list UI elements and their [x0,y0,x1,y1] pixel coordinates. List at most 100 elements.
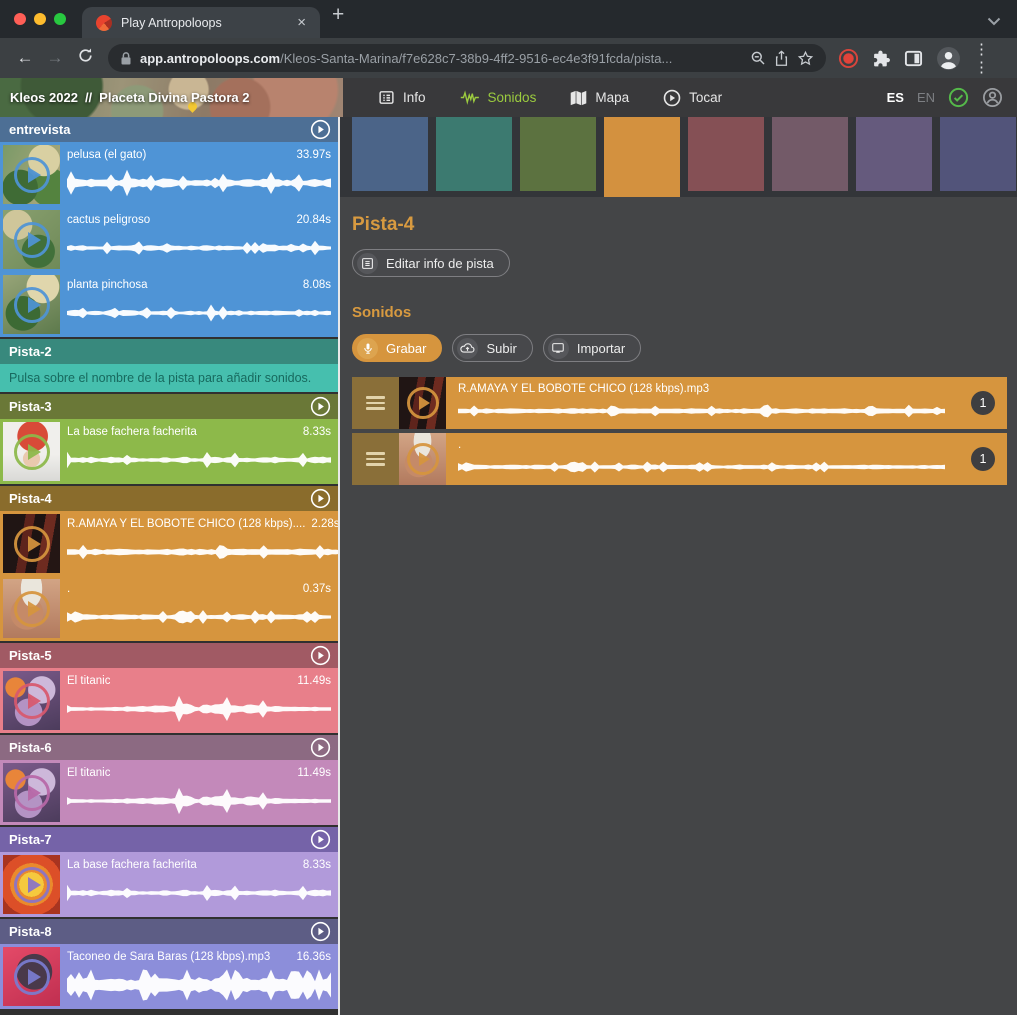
nav-info[interactable]: Info [361,89,443,106]
track-header-pista-8[interactable]: Pista-8 [0,919,340,944]
minimize-window-button[interactable] [34,13,46,25]
account-icon[interactable] [982,87,1003,108]
sound-thumbnail[interactable] [3,422,60,481]
sound-row[interactable]: R.AMAYA Y EL BOBOTE CHICO (128 kbps)....… [0,511,340,576]
play-track-icon[interactable] [310,396,331,417]
sound-title[interactable]: El titanic [67,767,110,779]
import-button[interactable]: Importar [543,334,641,362]
waveform [67,444,331,476]
lang-es-button[interactable]: ES [887,90,904,105]
sound-title[interactable]: Taconeo de Sara Baras (128 kbps).mp3 [67,951,270,963]
tab-overview-chevron-icon[interactable] [987,13,1001,31]
track-header-pista-6[interactable]: Pista-6 [0,735,340,760]
share-icon[interactable] [774,50,789,67]
drag-handle[interactable] [352,433,399,485]
profile-avatar-icon[interactable] [936,46,961,71]
extensions-puzzle-icon[interactable] [872,49,891,68]
drag-handle-icon [366,449,385,469]
track-swatch-3[interactable] [520,117,596,191]
play-track-icon[interactable] [310,488,331,509]
back-button[interactable]: ← [10,48,40,68]
track-swatch-4-selected[interactable] [604,117,680,197]
track-section-pista-4: Pista-4 R.AMAYA Y EL BOBOTE CHICO (128 k… [0,486,340,641]
sound-thumbnail[interactable] [3,855,60,914]
side-panel-icon[interactable] [904,49,923,68]
sound-thumbnail[interactable] [3,763,60,822]
track-section-entrevista: entrevista pelusa (el gato)33.97s cactus… [0,117,340,337]
track-swatch-8[interactable] [940,117,1016,191]
browser-menu-kebab-icon[interactable]: ⋮⋮ [974,40,989,76]
project-name[interactable]: Kleos 2022 [10,90,78,105]
play-track-icon[interactable] [310,119,331,140]
track-header-pista-2[interactable]: Pista-2 [0,339,340,364]
play-track-icon[interactable] [310,737,331,758]
upload-button[interactable]: Subir [452,334,532,362]
tab-close-icon[interactable]: × [293,14,310,31]
new-tab-button[interactable]: + [332,0,344,38]
address-bar[interactable]: app.antropoloops.com/Kleos-Santa-Marina/… [108,44,826,72]
sound-thumbnail[interactable] [3,947,60,1006]
track-swatch-6[interactable] [772,117,848,191]
sound-thumbnail[interactable] [399,377,446,429]
edit-track-info-button[interactable]: Editar info de pista [352,249,510,277]
track-swatch-7[interactable] [856,117,932,191]
play-track-icon[interactable] [310,829,331,850]
drag-handle[interactable] [352,377,399,429]
reload-button[interactable] [70,47,100,69]
bookmark-star-icon[interactable] [797,50,814,67]
sound-row[interactable]: Taconeo de Sara Baras (128 kbps).mp316.3… [0,944,340,1009]
sound-title[interactable]: La base fachera facherita [67,859,197,871]
play-sound-icon [14,157,50,193]
track-swatch-5[interactable] [688,117,764,191]
record-extension-icon[interactable] [838,48,859,69]
sound-title[interactable]: pelusa (el gato) [67,149,146,161]
forward-button[interactable]: → [40,48,70,68]
play-track-icon[interactable] [310,645,331,666]
track-header-pista-4[interactable]: Pista-4 [0,486,340,511]
sound-list-item[interactable]: . 1 [352,433,1007,485]
track-swatch-1[interactable] [352,117,428,191]
play-sound-icon [407,387,439,419]
track-header-label: Pista-7 [9,832,52,847]
sound-row[interactable]: .0.37s [0,576,340,641]
sound-row[interactable]: El titanic11.49s [0,668,340,733]
sound-row[interactable]: planta pinchosa8.08s [0,272,340,337]
fullscreen-window-button[interactable] [54,13,66,25]
track-header-entrevista[interactable]: entrevista [0,117,340,142]
tab-title: Play Antropoloops [121,16,284,30]
sound-thumbnail[interactable] [3,514,60,573]
sound-duration: 8.33s [303,859,331,871]
track-header-pista-7[interactable]: Pista-7 [0,827,340,852]
sound-thumbnail[interactable] [399,433,446,485]
sound-title[interactable]: . [67,583,70,595]
sound-title[interactable]: planta pinchosa [67,279,148,291]
sound-list-item[interactable]: R.AMAYA Y EL BOBOTE CHICO (128 kbps).mp3… [352,377,1007,429]
browser-tab[interactable]: Play Antropoloops × [82,7,320,38]
close-window-button[interactable] [14,13,26,25]
sound-title[interactable]: El titanic [67,675,110,687]
sound-row[interactable]: El titanic11.49s [0,760,340,825]
track-header-pista-5[interactable]: Pista-5 [0,643,340,668]
sound-thumbnail[interactable] [3,145,60,204]
nav-tocar[interactable]: Tocar [646,89,739,107]
record-button[interactable]: Grabar [352,334,442,362]
nav-sonidos[interactable]: Sonidos [443,90,554,105]
track-swatch-2[interactable] [436,117,512,191]
lang-en-button[interactable]: EN [917,90,935,105]
sound-title[interactable]: R.AMAYA Y EL BOBOTE CHICO (128 kbps).... [67,518,305,530]
sound-row[interactable]: La base fachera facherita8.33s [0,419,340,484]
zoom-page-icon[interactable] [750,50,766,66]
sound-row[interactable]: pelusa (el gato)33.97s [0,142,340,207]
sound-row[interactable]: La base fachera facherita 8.33s [0,852,340,917]
sound-title[interactable]: cactus peligroso [67,214,150,226]
sound-thumbnail[interactable] [3,671,60,730]
sound-thumbnail[interactable] [3,579,60,638]
sound-thumbnail[interactable] [3,275,60,334]
app-header: Kleos 2022 // Placeta Divina Pastora 2 I… [0,78,1017,117]
sound-row[interactable]: cactus peligroso20.84s [0,207,340,272]
track-header-pista-3[interactable]: Pista-3 [0,394,340,419]
play-track-icon[interactable] [310,921,331,942]
sound-title[interactable]: La base fachera facherita [67,426,197,438]
sound-thumbnail[interactable] [3,210,60,269]
nav-mapa[interactable]: Mapa [553,90,646,106]
